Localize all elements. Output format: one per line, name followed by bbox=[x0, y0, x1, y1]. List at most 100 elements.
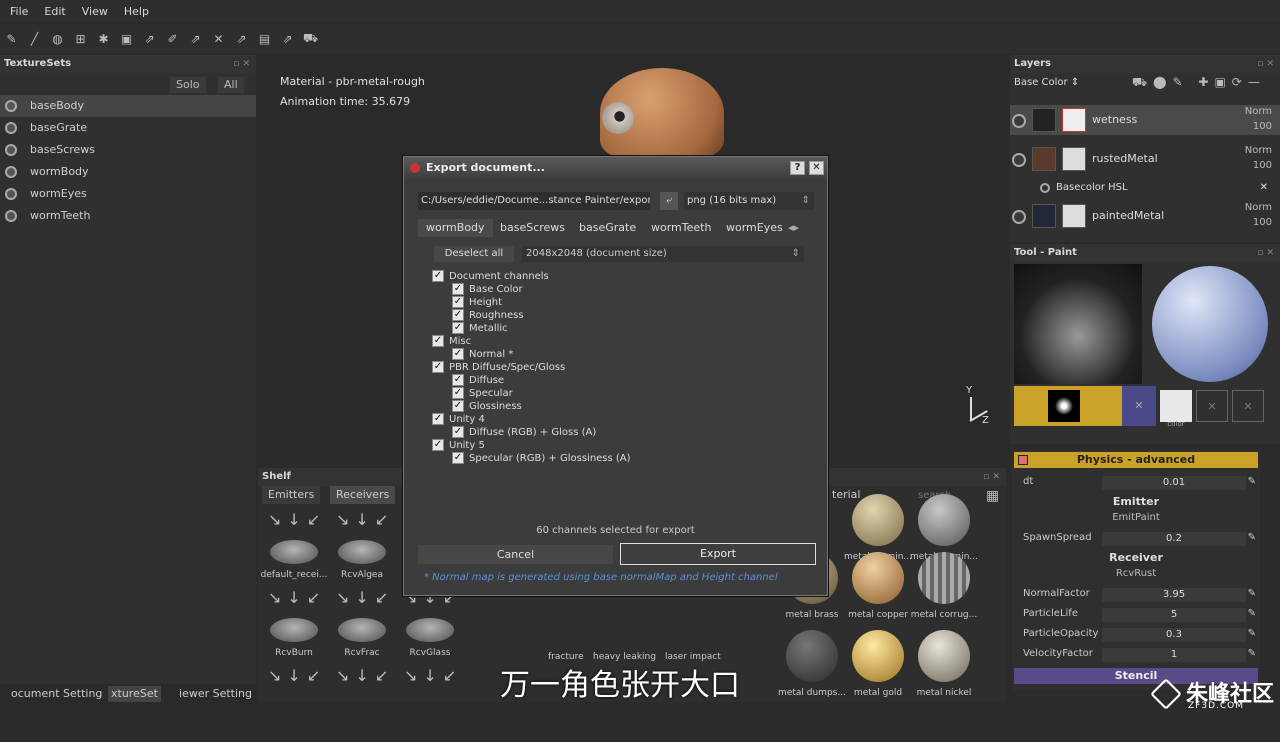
edit-icon[interactable]: ✎ bbox=[1248, 588, 1256, 599]
clone-icon[interactable]: ▣ bbox=[119, 32, 134, 47]
folder-icon[interactable]: ⤶ bbox=[660, 192, 678, 210]
menu-help[interactable]: Help bbox=[118, 5, 155, 18]
material-item[interactable]: metal corrug... bbox=[911, 552, 977, 628]
edit-icon[interactable]: ✎ bbox=[1248, 648, 1256, 659]
layer-tools-icons[interactable]: ⛟⬤✎ ✚▣⟳— bbox=[1132, 75, 1266, 91]
physics-header[interactable]: Physics - advanced bbox=[1014, 452, 1258, 468]
textureset-basebody[interactable]: baseBody bbox=[0, 95, 256, 117]
layer-blend[interactable]: Norm bbox=[1245, 202, 1272, 213]
layer-row[interactable]: rustedMetal Norm 100 bbox=[1010, 144, 1280, 174]
solo-button[interactable]: Solo bbox=[170, 77, 206, 93]
shelf-item[interactable]: ↘↓↙ RcvBurn bbox=[260, 588, 328, 664]
param-dt[interactable]: dt 0.01 ✎ bbox=[1012, 474, 1260, 492]
layer-blend[interactable]: Norm bbox=[1245, 145, 1272, 156]
channel-checkbox[interactable]: ✓ Specular (RGB) + Glossiness (A) bbox=[452, 452, 631, 465]
channel-select[interactable]: Base Color ⇕ bbox=[1014, 77, 1079, 88]
tab-wormteeth[interactable]: wormTeeth bbox=[651, 219, 711, 237]
channel-checkbox[interactable]: ✓ PBR Diffuse/Spec/Gloss bbox=[432, 361, 565, 374]
channel-checkbox[interactable]: ✓ Roughness bbox=[452, 309, 524, 322]
paint-brush-icon[interactable]: ✎ bbox=[4, 32, 19, 47]
channel-checkbox[interactable]: ✓ Height bbox=[452, 296, 502, 309]
tab-document-settings[interactable]: ocument Setting bbox=[8, 686, 105, 702]
shelf-tab-receivers[interactable]: Receivers bbox=[330, 486, 396, 504]
bake-icon[interactable]: ⇗ bbox=[234, 32, 249, 47]
checkbox-checked-icon[interactable]: ✓ bbox=[452, 452, 464, 464]
shelf-item[interactable]: ↘↓↙ RcvGlass bbox=[396, 588, 464, 664]
empty-slot[interactable]: ✕ bbox=[1196, 390, 1228, 422]
alpha-thumb[interactable] bbox=[1048, 390, 1080, 422]
material-item[interactable]: metal copper bbox=[846, 552, 910, 628]
close-button[interactable]: ✕ bbox=[809, 161, 824, 175]
menu-view[interactable]: View bbox=[76, 5, 114, 18]
layer-opacity[interactable]: 100 bbox=[1253, 217, 1272, 228]
polygon-fill-icon[interactable]: ⇗ bbox=[188, 32, 203, 47]
channel-checkbox[interactable]: ✓ Unity 5 bbox=[432, 439, 485, 452]
channel-checkbox[interactable]: ✓ Unity 4 bbox=[432, 413, 485, 426]
layer-opacity[interactable]: 100 bbox=[1253, 160, 1272, 171]
all-button[interactable]: All bbox=[218, 77, 244, 93]
menu-edit[interactable]: Edit bbox=[38, 5, 71, 18]
empty-slot[interactable]: ✕ bbox=[1232, 390, 1264, 422]
param-normalfactor[interactable]: NormalFactor 3.95 ✎ bbox=[1012, 586, 1260, 604]
worm-model[interactable] bbox=[600, 68, 724, 158]
edit-icon[interactable]: ✎ bbox=[1248, 608, 1256, 619]
channel-checkbox[interactable]: ✓ Misc bbox=[432, 335, 471, 348]
checkbox-checked-icon[interactable]: ✓ bbox=[432, 335, 444, 347]
checkbox-checked-icon[interactable]: ✓ bbox=[452, 283, 464, 295]
checkbox-checked-icon[interactable]: ✓ bbox=[452, 322, 464, 334]
shelf-item[interactable]: ↘↓↙ bbox=[396, 666, 464, 742]
param-value[interactable]: 0.01 bbox=[1102, 476, 1246, 490]
textureset-basegrate[interactable]: baseGrate bbox=[0, 117, 256, 139]
checkbox-checked-icon[interactable]: ✓ bbox=[452, 348, 464, 360]
export-path-field[interactable]: C:/Users/eddie/Docume...stance Painter/e… bbox=[418, 192, 650, 210]
particle-icon[interactable]: ✱ bbox=[96, 32, 111, 47]
layer-row[interactable]: paintedMetal Norm 100 bbox=[1010, 201, 1280, 231]
eye-icon[interactable] bbox=[1012, 210, 1026, 224]
param-value[interactable]: 3.95 bbox=[1102, 588, 1246, 602]
panel-controls-icon[interactable]: ▫ ✕ bbox=[983, 468, 1000, 486]
layer-opacity[interactable]: 100 bbox=[1253, 121, 1272, 132]
channel-checkbox[interactable]: ✓ Document channels bbox=[432, 270, 549, 283]
view-icon[interactable]: ▤ bbox=[257, 32, 272, 47]
layer-blend[interactable]: Norm bbox=[1245, 106, 1272, 117]
checkbox-checked-icon[interactable]: ✓ bbox=[432, 361, 444, 373]
eye-icon[interactable] bbox=[5, 166, 17, 178]
smudge-icon[interactable]: ⇗ bbox=[142, 32, 157, 47]
tab-wormbody[interactable]: wormBody bbox=[418, 219, 493, 237]
layer-row[interactable]: wetness Norm 100 bbox=[1010, 105, 1280, 135]
channel-checkbox[interactable]: ✓ Specular bbox=[452, 387, 513, 400]
edit-icon[interactable]: ✎ bbox=[1248, 476, 1256, 487]
param-value[interactable]: 0.3 bbox=[1102, 628, 1246, 642]
eye-icon[interactable] bbox=[1040, 183, 1050, 193]
camera-icon[interactable]: ⇗ bbox=[280, 32, 295, 47]
shelf-tab-emitters[interactable]: Emitters bbox=[262, 486, 321, 504]
grid-view-icon[interactable]: ▦ bbox=[986, 488, 999, 504]
material-item[interactable]: metal dumps... bbox=[778, 630, 846, 706]
tab-scroll-right-icon[interactable]: ◂▸ bbox=[788, 219, 799, 237]
checkbox-checked-icon[interactable]: ✓ bbox=[432, 270, 444, 282]
channel-checkbox[interactable]: ✓ Glossiness bbox=[452, 400, 522, 413]
textureset-wormteeth[interactable]: wormTeeth bbox=[0, 205, 256, 227]
param-value[interactable]: 0.2 bbox=[1102, 532, 1246, 546]
tab-textureset[interactable]: xtureSet bbox=[108, 686, 161, 702]
eye-icon[interactable] bbox=[5, 210, 17, 222]
panel-controls-icon[interactable]: ▫ ✕ bbox=[1257, 55, 1274, 73]
color-swatch[interactable] bbox=[1160, 390, 1192, 422]
material-item[interactable]: metal gold bbox=[846, 630, 910, 706]
eye-icon[interactable] bbox=[5, 122, 17, 134]
checkbox-checked-icon[interactable]: ✓ bbox=[452, 296, 464, 308]
shelf-item[interactable]: ↘↓↙ bbox=[260, 666, 328, 742]
param-spawnspread[interactable]: SpawnSpread 0.2 ✎ bbox=[1012, 530, 1260, 548]
checkbox-checked-icon[interactable]: ✓ bbox=[452, 400, 464, 412]
dialog-titlebar[interactable]: Export document... ? ✕ bbox=[404, 157, 827, 179]
channel-checkbox[interactable]: ✓ Metallic bbox=[452, 322, 508, 335]
size-select[interactable]: 2048x2048 (document size) ⇕ bbox=[522, 246, 804, 262]
symmetry-icon[interactable]: ✕ bbox=[211, 32, 226, 47]
checkbox-checked-icon[interactable]: ✓ bbox=[432, 439, 444, 451]
panel-controls-icon[interactable]: ▫ ✕ bbox=[233, 55, 250, 73]
panel-controls-icon[interactable]: ▫ ✕ bbox=[1257, 244, 1274, 262]
param-value[interactable]: 5 bbox=[1102, 608, 1246, 622]
checkbox-checked-icon[interactable]: ✓ bbox=[452, 374, 464, 386]
tab-basescrews[interactable]: baseScrews bbox=[500, 219, 565, 237]
projection-icon[interactable]: ⊞ bbox=[73, 32, 88, 47]
